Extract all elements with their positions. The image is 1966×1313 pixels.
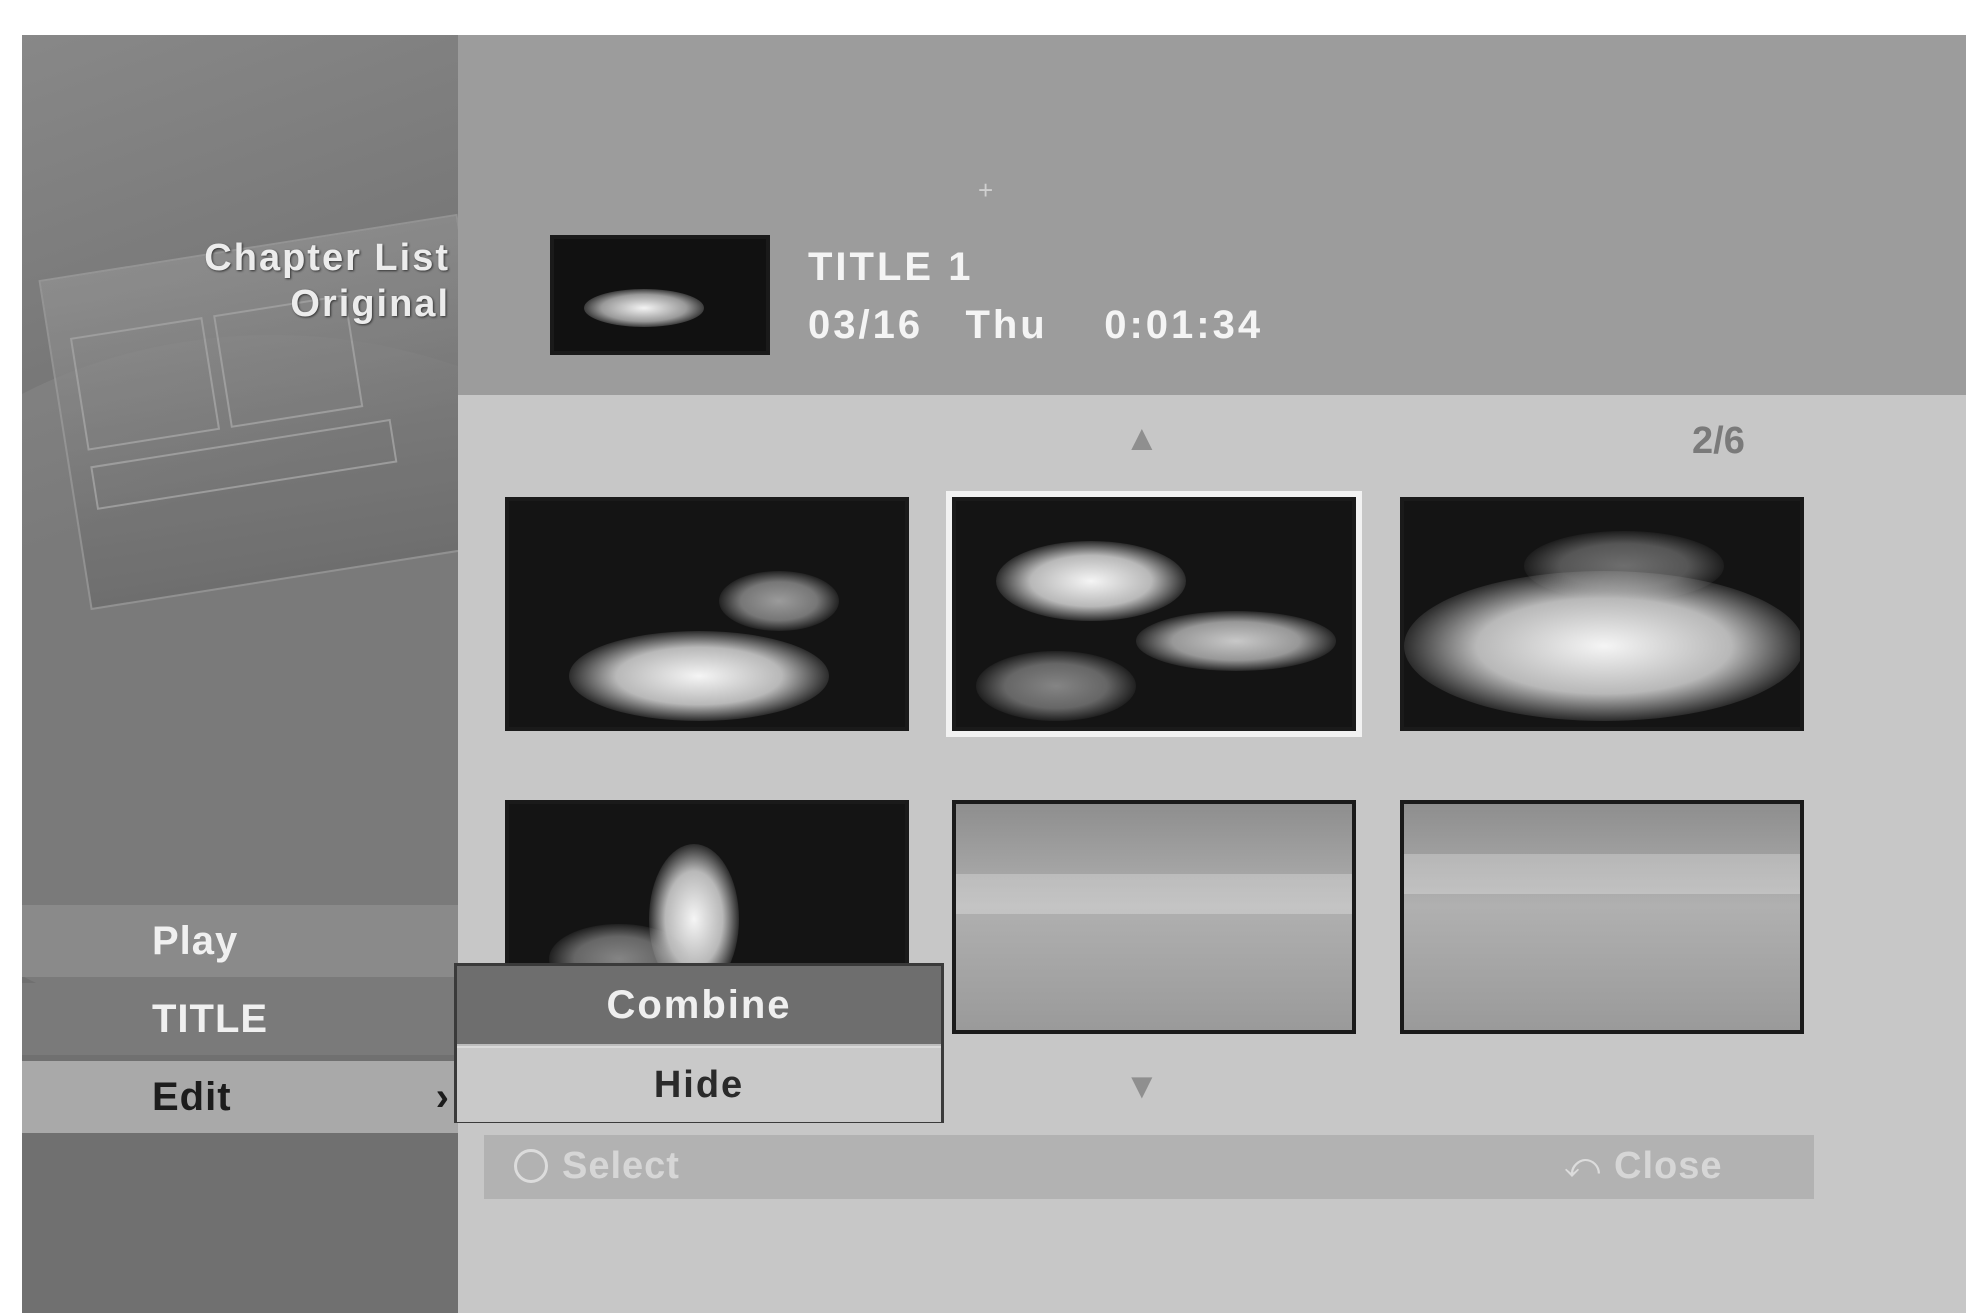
chapter-thumbnail[interactable] bbox=[1400, 497, 1804, 731]
title-name: TITLE 1 bbox=[808, 245, 974, 289]
menu-title: Chapter List Original bbox=[204, 235, 450, 327]
combine-option[interactable]: Combine bbox=[457, 966, 941, 1044]
menu-item-edit-label: Edit bbox=[152, 1075, 232, 1119]
chapter-thumbnail[interactable] bbox=[952, 800, 1356, 1034]
hide-option[interactable]: Hide bbox=[457, 1046, 941, 1122]
select-circle-icon bbox=[514, 1149, 548, 1183]
scroll-down-glyph: ▼ bbox=[1124, 1065, 1160, 1106]
header: + TITLE 1 03/16 Thu 0:01:34 bbox=[458, 35, 1966, 395]
sidebar: Chapter List Original Play TITLE Edit › bbox=[22, 35, 458, 1313]
decorative-mark: + bbox=[978, 175, 994, 205]
dvd-recorder-screen: Chapter List Original Play TITLE Edit › … bbox=[22, 35, 1966, 1313]
chevron-right-icon: › bbox=[435, 1075, 450, 1119]
menu-item-edit[interactable]: Edit › bbox=[22, 1061, 458, 1133]
menu-item-title[interactable]: TITLE bbox=[22, 983, 458, 1055]
scroll-up-glyph: ▲ bbox=[1124, 417, 1160, 458]
menu-title-line2: Original bbox=[290, 283, 450, 325]
page-indicator: 2/6 bbox=[1692, 420, 1745, 462]
decorative-sheen bbox=[22, 35, 458, 755]
select-hint: Select bbox=[562, 1145, 680, 1187]
title-thumbnail bbox=[550, 235, 770, 355]
footer-bar: Select ⤺ Close bbox=[484, 1135, 1814, 1199]
chapter-thumbnail-selected[interactable] bbox=[946, 491, 1362, 737]
menu-item-play[interactable]: Play bbox=[22, 905, 458, 977]
edit-submenu: Combine Hide bbox=[454, 963, 944, 1123]
scroll-down-icon[interactable]: ▼ bbox=[1124, 1065, 1160, 1107]
menu-item-title-label: TITLE bbox=[152, 997, 269, 1041]
return-arrow-icon: ⤺ bbox=[1564, 1147, 1601, 1185]
scroll-up-icon[interactable]: ▲ bbox=[1124, 417, 1160, 459]
chapter-thumbnail[interactable] bbox=[1400, 800, 1804, 1034]
close-hint[interactable]: Close bbox=[1614, 1145, 1722, 1188]
title-info: 03/16 Thu 0:01:34 bbox=[808, 303, 1264, 347]
chapter-thumbnail[interactable] bbox=[505, 497, 909, 731]
menu-item-play-label: Play bbox=[152, 919, 239, 963]
menu-title-line1: Chapter List bbox=[204, 237, 450, 279]
